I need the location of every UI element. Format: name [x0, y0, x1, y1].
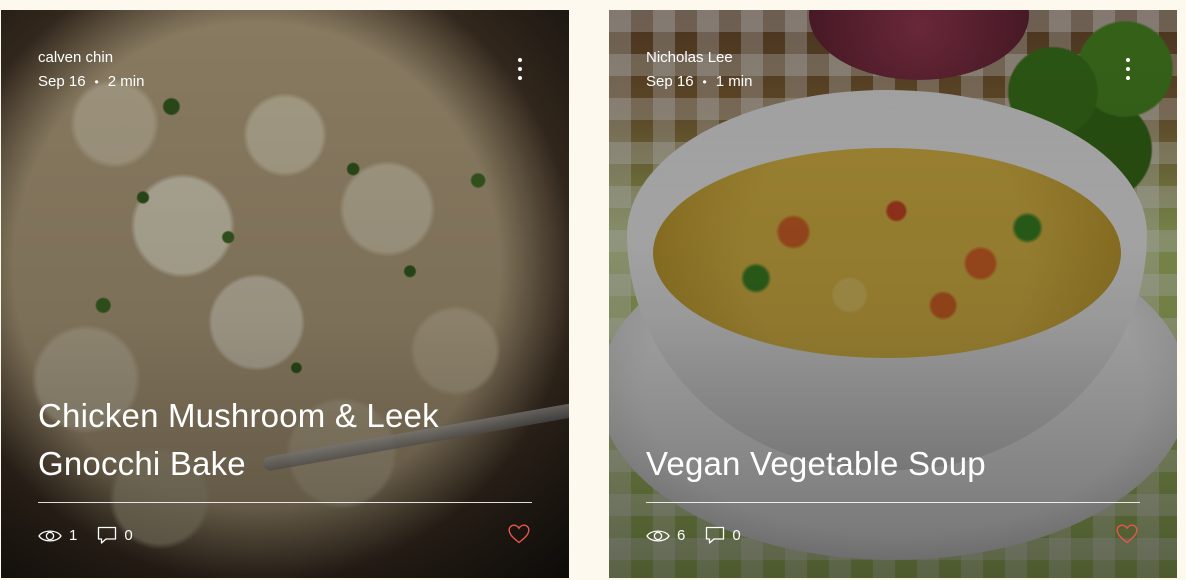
more-vertical-icon-dot — [518, 67, 522, 71]
divider — [646, 502, 1140, 503]
post-date-readtime: Sep 16 • 2 min — [38, 70, 144, 94]
like-button[interactable] — [1116, 524, 1138, 544]
comments-stat[interactable]: 0 — [705, 526, 741, 545]
post-date: Sep 16 — [38, 73, 86, 90]
post-stats: 1 0 — [38, 526, 153, 545]
more-vertical-icon-dot — [1126, 67, 1130, 71]
image-overlay — [609, 10, 1177, 578]
views-count: 6 — [677, 527, 686, 544]
post-date-readtime: Sep 16 • 1 min — [646, 70, 752, 94]
comments-count: 0 — [732, 527, 741, 544]
meta-separator: • — [702, 75, 707, 89]
post-card[interactable]: calven chin Sep 16 • 2 min Chicken Mushr… — [1, 10, 569, 578]
author-name[interactable]: Nicholas Lee — [646, 46, 752, 70]
heart-icon — [508, 524, 530, 544]
meta-separator: • — [94, 75, 99, 89]
divider — [38, 502, 532, 503]
author-name[interactable]: calven chin — [38, 46, 144, 70]
more-vertical-icon-dot — [1126, 76, 1130, 80]
more-vertical-icon-dot — [518, 58, 522, 62]
image-overlay — [1, 10, 569, 578]
comments-stat[interactable]: 0 — [97, 526, 133, 545]
post-meta: Nicholas Lee Sep 16 • 1 min — [646, 46, 752, 94]
eye-icon — [646, 529, 670, 542]
post-card[interactable]: Nicholas Lee Sep 16 • 1 min Vegan Vegeta… — [609, 10, 1177, 578]
more-vertical-icon-dot — [518, 76, 522, 80]
post-date: Sep 16 — [646, 73, 694, 90]
views-stat: 6 — [646, 527, 685, 544]
post-title[interactable]: Vegan Vegetable Soup — [646, 440, 1140, 488]
views-count: 1 — [69, 527, 78, 544]
like-button[interactable] — [508, 524, 530, 544]
post-meta: calven chin Sep 16 • 2 min — [38, 46, 144, 94]
views-stat: 1 — [38, 527, 77, 544]
more-actions-button[interactable] — [515, 58, 525, 80]
post-title[interactable]: Chicken Mushroom & Leek Gnocchi Bake — [38, 392, 532, 488]
comment-icon — [98, 526, 117, 544]
more-vertical-icon-dot — [1126, 58, 1130, 62]
read-time: 1 min — [715, 73, 753, 90]
read-time: 2 min — [107, 73, 145, 90]
comments-count: 0 — [124, 527, 133, 544]
eye-icon — [38, 529, 62, 542]
more-actions-button[interactable] — [1123, 58, 1133, 80]
heart-icon — [1116, 524, 1138, 544]
comment-icon — [706, 526, 725, 544]
post-stats: 6 0 — [646, 526, 761, 545]
